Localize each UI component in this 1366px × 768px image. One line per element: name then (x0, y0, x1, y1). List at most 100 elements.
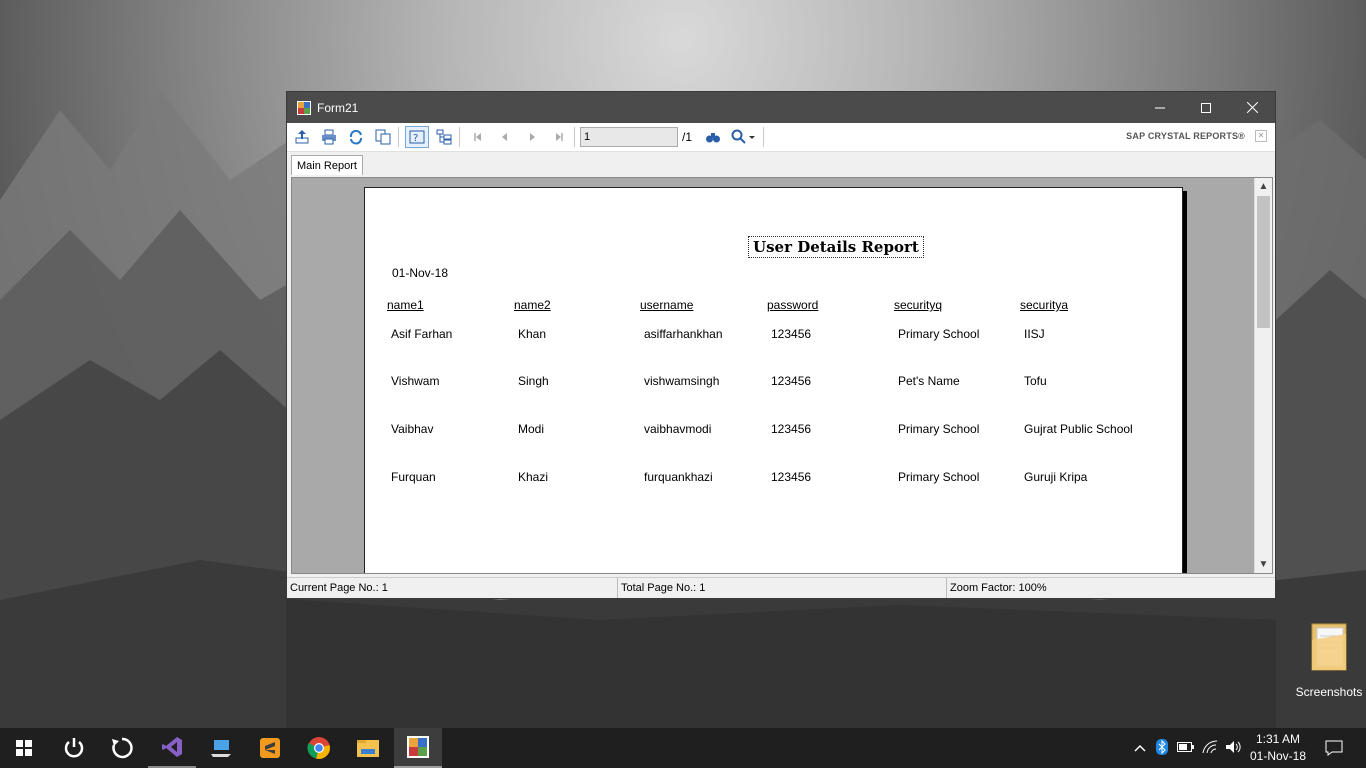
minimize-icon (1155, 107, 1165, 108)
table-cell: IISJ (1024, 327, 1045, 341)
remote-desktop-app[interactable] (197, 728, 245, 768)
remote-desktop-icon (211, 740, 231, 757)
report-viewer[interactable]: User Details Report 01-Nov-18 name1 name2… (291, 177, 1273, 574)
file-explorer-icon (357, 740, 379, 757)
close-button[interactable] (1229, 92, 1275, 123)
zoom-icon (731, 129, 756, 144)
report-date: 01-Nov-18 (392, 266, 449, 280)
form21-app-icon (407, 736, 429, 758)
report-title: User Details Report (748, 236, 924, 258)
copy-button[interactable] (371, 126, 395, 148)
battery-icon[interactable] (1174, 741, 1198, 755)
column-header: name2 (514, 298, 551, 312)
action-center-button[interactable] (1310, 728, 1358, 768)
table-cell: Modi (518, 422, 545, 436)
table-cell: Vaibhav (391, 422, 434, 436)
zoom-dropdown-button[interactable] (728, 126, 760, 148)
bluetooth-icon[interactable] (1150, 738, 1174, 758)
toolbar-separator (763, 127, 765, 147)
column-header: securitya (1020, 298, 1069, 312)
report-tab-strip: Main Report (287, 152, 1275, 176)
refresh-button[interactable] (344, 126, 368, 148)
chevron-up-icon[interactable] (1130, 741, 1150, 755)
table-cell: Primary School (898, 422, 980, 436)
restart-button[interactable] (98, 728, 146, 768)
minimize-button[interactable] (1137, 92, 1183, 123)
current-page-status: Current Page No.: 1 (287, 578, 618, 598)
table-cell: vaibhavmodi (644, 422, 712, 436)
table-cell: Tofu (1024, 374, 1047, 388)
scroll-down-icon[interactable]: ▼ (1255, 556, 1272, 573)
table-cell: Gujrat Public School (1024, 422, 1133, 436)
table-cell: Primary School (898, 327, 980, 341)
file-explorer-app[interactable] (344, 728, 392, 768)
last-page-button[interactable] (547, 126, 571, 148)
total-page-status: Total Page No.: 1 (618, 578, 947, 598)
group-tree-icon (436, 129, 452, 145)
close-icon (1246, 102, 1258, 113)
taskbar: 1:31 AM 01-Nov-18 (0, 728, 1366, 768)
column-header: name1 (387, 298, 424, 312)
export-button[interactable] (290, 126, 314, 148)
power-button[interactable] (50, 728, 98, 768)
zoom-status: Zoom Factor: 100% (950, 582, 1047, 594)
table-cell: Pet's Name (898, 374, 960, 388)
last-page-icon (556, 133, 563, 141)
notification-icon (1325, 740, 1343, 756)
window-title: Form21 (317, 100, 359, 115)
restart-icon (112, 737, 133, 759)
print-button[interactable] (317, 126, 341, 148)
help-icon: ? (409, 130, 425, 144)
toggle-help-button[interactable]: ? (405, 126, 429, 148)
start-button[interactable] (0, 728, 48, 768)
first-page-button[interactable] (466, 126, 490, 148)
report-page: User Details Report 01-Nov-18 name1 name2… (364, 187, 1183, 573)
find-icon (706, 133, 721, 143)
system-tray (1130, 728, 1246, 768)
sublime-text-app[interactable] (246, 728, 294, 768)
find-button[interactable] (701, 126, 725, 148)
table-cell: 123456 (771, 327, 812, 341)
scroll-up-icon[interactable]: ▲ (1255, 178, 1272, 195)
export-icon (295, 130, 309, 144)
volume-icon[interactable] (1222, 740, 1246, 757)
form21-app[interactable] (394, 728, 442, 768)
table-cell: asiffarhankhan (644, 327, 723, 341)
screenshots-folder[interactable]: Screenshots (1293, 620, 1365, 699)
table-cell: Khan (518, 327, 547, 341)
table-cell: Vishwam (391, 374, 440, 388)
maximize-icon (1201, 102, 1211, 113)
visual-studio-icon (162, 737, 182, 757)
next-page-button[interactable] (520, 126, 544, 148)
column-header: securityq (894, 298, 943, 312)
visual-studio-app[interactable] (148, 728, 196, 768)
prev-page-button[interactable] (493, 126, 517, 148)
table-cell: Guruji Kripa (1024, 470, 1088, 484)
prev-page-icon (502, 133, 507, 141)
toolbar-separator (574, 127, 575, 147)
page-number-input[interactable] (580, 127, 678, 147)
maximize-button[interactable] (1183, 92, 1229, 123)
table-cell: Singh (518, 374, 549, 388)
chrome-app[interactable] (295, 728, 343, 768)
wifi-icon[interactable] (1198, 739, 1222, 757)
title-bar[interactable]: Form21 (287, 92, 1275, 123)
tab-main-report[interactable]: Main Report (291, 155, 363, 175)
table-cell: Asif Farhan (391, 327, 453, 341)
svg-text:?: ? (413, 133, 418, 144)
toolbar-separator (398, 127, 399, 147)
vertical-scrollbar[interactable]: ▲ ▼ (1254, 178, 1272, 573)
clock[interactable]: 1:31 AM 01-Nov-18 (1246, 731, 1310, 765)
toolbar-separator (459, 127, 460, 147)
power-icon (64, 738, 84, 758)
copy-icon (375, 129, 391, 145)
clock-date: 01-Nov-18 (1249, 749, 1307, 763)
group-tree-button[interactable] (432, 126, 456, 148)
close-icon[interactable]: ✕ (1255, 130, 1267, 142)
scroll-thumb[interactable] (1257, 196, 1270, 328)
chrome-icon (307, 737, 330, 759)
sap-brand-label: SAP CRYSTAL REPORTS® (1126, 131, 1245, 141)
clock-time: 1:31 AM (1255, 732, 1301, 746)
table-cell: furquankhazi (644, 470, 713, 484)
table-cell: vishwamsingh (644, 374, 720, 388)
